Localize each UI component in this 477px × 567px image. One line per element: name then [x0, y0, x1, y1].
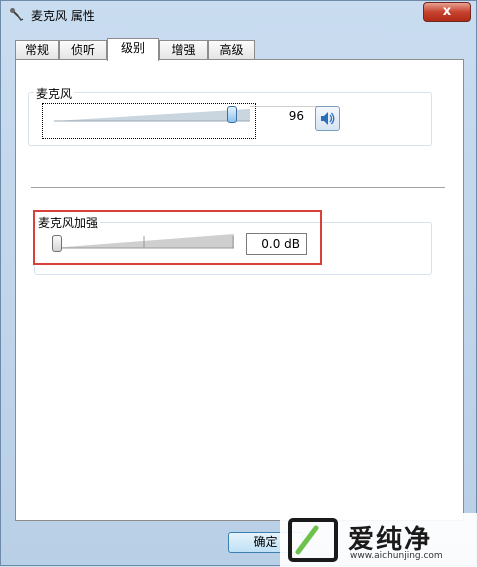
watermark-emblem-icon — [288, 518, 338, 562]
levels-panel: 麦克风 96 麦克风加强 0.0 dB — [15, 59, 464, 521]
section-separator — [31, 187, 445, 188]
microphone-icon — [10, 8, 24, 21]
speaker-icon — [321, 112, 335, 125]
mute-button[interactable] — [315, 106, 340, 131]
close-button[interactable]: x — [423, 2, 471, 22]
microphone-slider-track[interactable] — [54, 106, 250, 124]
window-title: 麦克风 属性 — [31, 9, 95, 23]
highlight-box — [33, 210, 322, 265]
watermark-logo: 爱纯净 www.aichunjing.com — [280, 513, 477, 567]
close-icon: x — [442, 4, 452, 19]
microphone-level-value: 96 — [288, 109, 304, 123]
tab-levels[interactable]: 级别 — [107, 38, 159, 61]
watermark-url: www.aichunjing.com — [350, 551, 443, 561]
microphone-slider-thumb[interactable] — [227, 106, 238, 123]
microphone-label: 麦克风 — [34, 85, 75, 102]
tab-advanced[interactable]: 高级 — [208, 40, 255, 60]
tab-general[interactable]: 常规 — [15, 40, 59, 60]
tab-listen[interactable]: 侦听 — [59, 40, 107, 60]
properties-window: 麦克风 属性 x 常规 侦听 级别 增强 高级 麦克风 96 麦克风加强 0.0… — [0, 0, 477, 567]
tab-enhancements[interactable]: 增强 — [159, 40, 208, 60]
title-bar[interactable]: 麦克风 属性 x — [1, 1, 477, 29]
